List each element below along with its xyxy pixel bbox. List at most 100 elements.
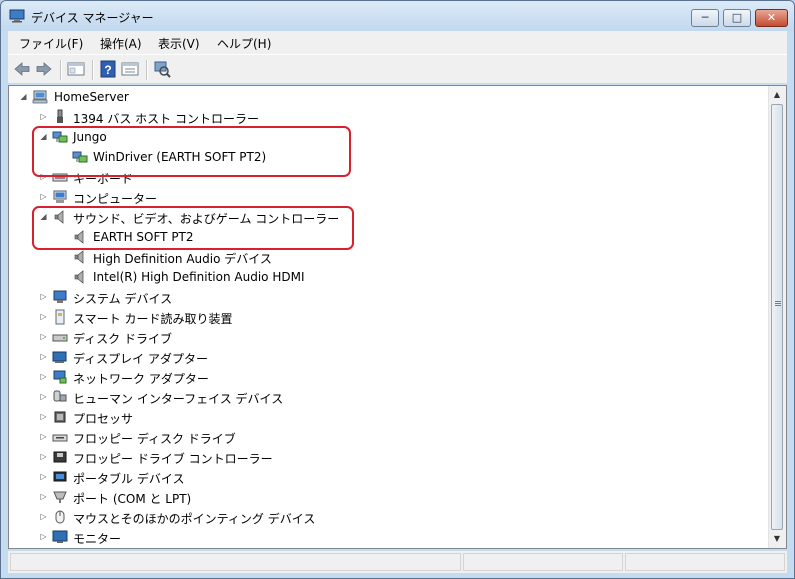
tree-item[interactable]: ▷ ポート (COM と LPT) (9, 487, 768, 507)
title-bar[interactable]: デバイス マネージャー ─ □ ✕ (1, 1, 794, 31)
forward-arrow-icon[interactable] (34, 60, 54, 78)
computer-icon (53, 190, 67, 203)
tree-item-label: モニター (73, 532, 122, 546)
status-pane (463, 553, 623, 571)
tree-item-label: 1394 バス ホスト コントローラー (73, 112, 259, 126)
tree-item[interactable]: ▷ ヒューマン インターフェイス デバイス (9, 387, 768, 407)
tree-item-label: フロッピー ディスク ドライブ (73, 432, 236, 446)
expand-icon[interactable]: ▷ (39, 532, 48, 541)
scroll-up-icon[interactable]: ▲ (772, 90, 782, 100)
thumb-grip (775, 301, 781, 302)
properties-icon[interactable] (120, 60, 140, 78)
thumb-grip (775, 305, 781, 306)
expand-icon[interactable]: ▷ (39, 332, 48, 341)
tree-item[interactable]: ▷ モニター (9, 527, 768, 547)
computer-icon (32, 90, 48, 104)
speaker-icon (74, 270, 84, 284)
tree-item-label: フロッピー ドライブ コントローラー (73, 452, 273, 466)
status-pane (10, 553, 461, 571)
status-bar (8, 551, 787, 573)
tree-item[interactable]: ▷ 1394 バス ホスト コントローラー (9, 107, 768, 127)
tree-item[interactable]: ▷ フロッピー ドライブ コントローラー (9, 447, 768, 467)
toolbar-separator (92, 60, 94, 80)
expand-icon[interactable]: ▷ (39, 112, 48, 121)
toolbar: ? (8, 54, 787, 84)
tree-item-label: High Definition Audio デバイス (93, 252, 272, 266)
menu-action[interactable]: 操作(A) (100, 35, 142, 52)
mouse-icon (55, 510, 65, 524)
tree-item-label: スマート カード読み取り装置 (73, 312, 233, 326)
network-adapter-icon (53, 370, 67, 384)
tree-item[interactable]: ▷ フロッピー ディスク ドライブ (9, 427, 768, 447)
device-tree: ◢ HomeServer ▷ 1394 バス ホスト コントローラー ◢ Jungo W… (8, 85, 787, 549)
tree-item[interactable]: ▷ ポータブル デバイス (9, 467, 768, 487)
tree-item-label: Intel(R) High Definition Audio HDMI (93, 270, 305, 284)
tree-item[interactable]: ▷ マウスとそのほかのポインティング デバイス (9, 507, 768, 527)
expand-icon[interactable]: ▷ (39, 512, 48, 521)
tree-item[interactable]: ▷ システム デバイス (9, 287, 768, 307)
expand-icon[interactable]: ▷ (39, 432, 48, 441)
maximize-icon: □ (731, 11, 743, 24)
port-icon (53, 491, 67, 503)
close-icon: ✕ (766, 11, 777, 24)
tree-item[interactable]: ▷ ディスク ドライブ (9, 327, 768, 347)
tree-item[interactable]: ▷ プロセッサ (9, 407, 768, 427)
menu-help[interactable]: ヘルプ(H) (217, 35, 271, 52)
maximize-button[interactable]: □ (723, 9, 751, 27)
tree-item[interactable]: ▷ ディスプレイ アダプター (9, 347, 768, 367)
monitor-icon (52, 530, 68, 543)
expand-icon[interactable]: ▷ (39, 372, 48, 381)
device-manager-icon (9, 9, 25, 23)
portable-device-icon (53, 471, 67, 482)
close-button[interactable]: ✕ (755, 9, 788, 27)
tree-item[interactable]: ▷ ネットワーク アダプター (9, 367, 768, 387)
tree-item-label: ポート (COM と LPT) (73, 492, 192, 506)
system-device-icon (53, 290, 67, 303)
tree-item[interactable]: High Definition Audio デバイス (9, 247, 768, 267)
tree-item-label: マウスとそのほかのポインティング デバイス (73, 512, 316, 526)
bus-controller-icon (57, 109, 63, 123)
expand-icon[interactable]: ▷ (39, 412, 48, 421)
expand-icon[interactable]: ▷ (39, 352, 48, 361)
tree-item-label: ヒューマン インターフェイス デバイス (73, 392, 284, 406)
back-arrow-icon[interactable] (12, 60, 32, 78)
toolbar-separator (146, 60, 148, 80)
toolbar-separator (60, 60, 62, 80)
tree-item-label: システム デバイス (73, 292, 173, 306)
scroll-down-icon[interactable]: ▼ (772, 534, 782, 544)
red-highlight-sound (32, 206, 354, 250)
hid-icon (53, 390, 67, 402)
scan-hardware-icon[interactable] (152, 60, 172, 78)
thumb-grip (775, 303, 781, 304)
tree-item[interactable]: Intel(R) High Definition Audio HDMI (9, 267, 768, 287)
expand-icon[interactable]: ▷ (39, 292, 48, 301)
floppy-drive-icon (52, 434, 68, 442)
smartcard-icon (55, 309, 65, 325)
expand-icon[interactable]: ▷ (39, 492, 48, 501)
status-pane (625, 553, 785, 571)
processor-icon (54, 411, 66, 423)
tree-item[interactable]: ▷ スマート カード読み取り装置 (9, 307, 768, 327)
menu-file[interactable]: ファイル(F) (19, 35, 83, 52)
tree-item-label: プロセッサ (73, 412, 134, 426)
vertical-scrollbar[interactable]: ▲ ▼ (768, 86, 786, 548)
tree-item-label: ディスク ドライブ (73, 332, 172, 346)
tree-root[interactable]: ◢ HomeServer (9, 87, 768, 107)
expand-icon[interactable]: ▷ (39, 452, 48, 461)
tree-item-label: ポータブル デバイス (73, 472, 185, 486)
tree-item[interactable]: ▷ コンピューター (9, 187, 768, 207)
disk-drive-icon (52, 334, 68, 342)
minimize-button[interactable]: ─ (691, 9, 719, 27)
device-manager-window: デバイス マネージャー ─ □ ✕ ファイル(F) 操作(A) 表示(V) ヘル… (0, 0, 795, 579)
collapse-icon[interactable]: ◢ (19, 92, 28, 101)
speaker-icon (74, 250, 84, 264)
expand-icon[interactable]: ▷ (39, 472, 48, 481)
expand-icon[interactable]: ▷ (39, 192, 48, 201)
help-icon[interactable]: ? (98, 60, 118, 78)
scrollbar-thumb[interactable] (771, 104, 783, 530)
menu-view[interactable]: 表示(V) (158, 35, 200, 52)
expand-icon[interactable]: ▷ (39, 312, 48, 321)
expand-icon[interactable]: ▷ (39, 392, 48, 401)
console-tree-icon[interactable] (66, 60, 86, 78)
tree-item-label: ネットワーク アダプター (73, 372, 209, 386)
